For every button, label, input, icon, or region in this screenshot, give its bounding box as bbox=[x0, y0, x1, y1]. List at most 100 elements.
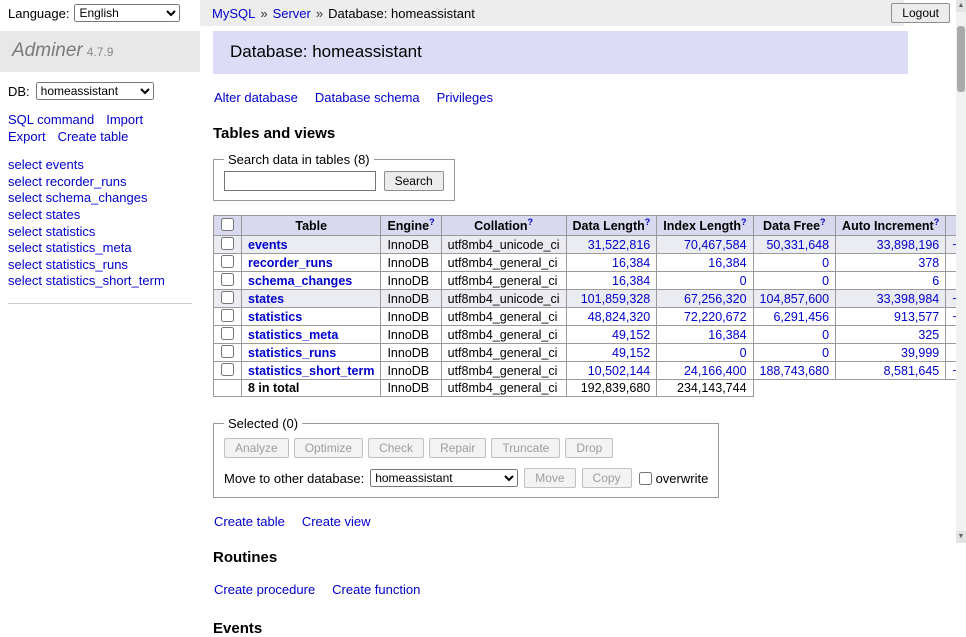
action-database-schema[interactable]: Database schema bbox=[315, 90, 420, 105]
auto-increment-link[interactable]: 378 bbox=[918, 256, 939, 270]
index-length-link[interactable]: 16,384 bbox=[708, 256, 746, 270]
scroll-up-arrow[interactable]: ▲ bbox=[956, 0, 966, 12]
index-length-link[interactable]: 0 bbox=[740, 274, 747, 288]
row-checkbox[interactable] bbox=[221, 345, 234, 358]
copy-button[interactable]: Copy bbox=[582, 468, 632, 488]
search-button[interactable]: Search bbox=[384, 171, 444, 191]
data-free-cell: 0 bbox=[753, 344, 836, 362]
table-link-events[interactable]: events bbox=[248, 238, 288, 252]
sidebar-select-statistics[interactable]: select statistics bbox=[8, 224, 192, 241]
data-length-link[interactable]: 16,384 bbox=[612, 256, 650, 270]
overwrite-checkbox[interactable] bbox=[639, 472, 652, 485]
data-free-link[interactable]: 0 bbox=[822, 274, 829, 288]
data-length-link[interactable]: 31,522,816 bbox=[588, 238, 651, 252]
row-checkbox[interactable] bbox=[221, 273, 234, 286]
table-link-statistics-runs[interactable]: statistics_runs bbox=[248, 346, 336, 360]
sidebar-link-export[interactable]: Export bbox=[8, 129, 46, 144]
sidebar-link-create-table[interactable]: Create table bbox=[58, 129, 129, 144]
sidebar-select-states[interactable]: select states bbox=[8, 207, 192, 224]
row-checkbox[interactable] bbox=[221, 237, 234, 250]
data-free-link[interactable]: 0 bbox=[822, 328, 829, 342]
help-link[interactable]: ? bbox=[645, 217, 651, 227]
move-button[interactable]: Move bbox=[524, 468, 575, 488]
link-create-table[interactable]: Create table bbox=[214, 514, 285, 529]
optimize-button[interactable]: Optimize bbox=[294, 438, 363, 458]
data-free-link[interactable]: 188,743,680 bbox=[760, 364, 830, 378]
sidebar-select-statistics-short-term[interactable]: select statistics_short_term bbox=[8, 273, 192, 290]
data-length-link[interactable]: 16,384 bbox=[612, 274, 650, 288]
data-length-link[interactable]: 101,859,328 bbox=[581, 292, 651, 306]
data-length-link[interactable]: 48,824,320 bbox=[588, 310, 651, 324]
index-length-link[interactable]: 70,467,584 bbox=[684, 238, 747, 252]
table-link-recorder-runs[interactable]: recorder_runs bbox=[248, 256, 333, 270]
row-checkbox[interactable] bbox=[221, 291, 234, 304]
table-link-statistics-meta[interactable]: statistics_meta bbox=[248, 328, 338, 342]
data-length-link[interactable]: 49,152 bbox=[612, 346, 650, 360]
db-select[interactable]: homeassistant bbox=[36, 82, 154, 100]
breadcrumb-mysql[interactable]: MySQL bbox=[212, 6, 255, 21]
action-alter-database[interactable]: Alter database bbox=[214, 90, 298, 105]
sidebar-select-events[interactable]: select events bbox=[8, 157, 192, 174]
column-header-index-length: Index Length? bbox=[657, 216, 753, 236]
breadcrumb-server[interactable]: Server bbox=[273, 6, 311, 21]
index-length-link[interactable]: 72,220,672 bbox=[684, 310, 747, 324]
data-length-cell: 16,384 bbox=[566, 254, 657, 272]
sidebar-link-sql-command[interactable]: SQL command bbox=[8, 112, 94, 127]
sidebar-link-import[interactable]: Import bbox=[106, 112, 143, 127]
link-create-function[interactable]: Create function bbox=[332, 582, 420, 597]
scroll-down-arrow[interactable]: ▼ bbox=[956, 531, 966, 543]
help-link[interactable]: ? bbox=[820, 217, 826, 227]
data-length-link[interactable]: 10,502,144 bbox=[588, 364, 651, 378]
help-link[interactable]: ? bbox=[741, 217, 747, 227]
auto-increment-cell: 33,898,196 bbox=[836, 236, 946, 254]
column-label: Data Length bbox=[573, 220, 645, 234]
table-link-statistics[interactable]: statistics bbox=[248, 310, 302, 324]
action-privileges[interactable]: Privileges bbox=[437, 90, 493, 105]
data-free-link[interactable]: 0 bbox=[822, 346, 829, 360]
auto-increment-link[interactable]: 39,999 bbox=[901, 346, 939, 360]
index-length-link[interactable]: 16,384 bbox=[708, 328, 746, 342]
table-link-statistics-short-term[interactable]: statistics_short_term bbox=[248, 364, 374, 378]
data-free-link[interactable]: 50,331,648 bbox=[766, 238, 829, 252]
row-checkbox[interactable] bbox=[221, 327, 234, 340]
index-length-link[interactable]: 24,166,400 bbox=[684, 364, 747, 378]
row-checkbox[interactable] bbox=[221, 255, 234, 268]
auto-increment-link[interactable]: 325 bbox=[918, 328, 939, 342]
index-length-link[interactable]: 0 bbox=[740, 346, 747, 360]
row-checkbox[interactable] bbox=[221, 363, 234, 376]
analyze-button[interactable]: Analyze bbox=[224, 438, 289, 458]
help-link[interactable]: ? bbox=[429, 217, 435, 227]
select-all-checkbox[interactable] bbox=[221, 218, 234, 231]
auto-increment-link[interactable]: 33,898,196 bbox=[877, 238, 940, 252]
index-length-link[interactable]: 67,256,320 bbox=[684, 292, 747, 306]
help-link[interactable]: ? bbox=[528, 217, 534, 227]
data-free-link[interactable]: 104,857,600 bbox=[760, 292, 830, 306]
auto-increment-link[interactable]: 6 bbox=[932, 274, 939, 288]
truncate-button[interactable]: Truncate bbox=[491, 438, 560, 458]
data-free-link[interactable]: 0 bbox=[822, 256, 829, 270]
auto-increment-link[interactable]: 8,581,645 bbox=[884, 364, 940, 378]
sidebar-select-schema-changes[interactable]: select schema_changes bbox=[8, 190, 192, 207]
sidebar-select-statistics-meta[interactable]: select statistics_meta bbox=[8, 240, 192, 257]
table-link-states[interactable]: states bbox=[248, 292, 284, 306]
language-select[interactable]: English bbox=[74, 4, 180, 22]
sidebar-select-statistics-runs[interactable]: select statistics_runs bbox=[8, 257, 192, 274]
help-link[interactable]: ? bbox=[934, 217, 940, 227]
link-create-procedure[interactable]: Create procedure bbox=[214, 582, 315, 597]
auto-increment-link[interactable]: 913,577 bbox=[894, 310, 939, 324]
repair-button[interactable]: Repair bbox=[429, 438, 486, 458]
vertical-scrollbar[interactable]: ▲ ▼ bbox=[956, 0, 966, 543]
search-input[interactable] bbox=[224, 171, 376, 191]
drop-button[interactable]: Drop bbox=[565, 438, 613, 458]
link-create-view[interactable]: Create view bbox=[302, 514, 371, 529]
scrollbar-thumb[interactable] bbox=[957, 26, 965, 92]
data-free-link[interactable]: 6,291,456 bbox=[773, 310, 829, 324]
logout-button[interactable]: Logout bbox=[891, 3, 950, 23]
auto-increment-link[interactable]: 33,398,984 bbox=[877, 292, 940, 306]
sidebar-select-recorder-runs[interactable]: select recorder_runs bbox=[8, 174, 192, 191]
row-checkbox[interactable] bbox=[221, 309, 234, 322]
table-link-schema-changes[interactable]: schema_changes bbox=[248, 274, 352, 288]
check-button[interactable]: Check bbox=[368, 438, 424, 458]
move-db-select[interactable]: homeassistant bbox=[370, 469, 518, 487]
data-length-link[interactable]: 49,152 bbox=[612, 328, 650, 342]
